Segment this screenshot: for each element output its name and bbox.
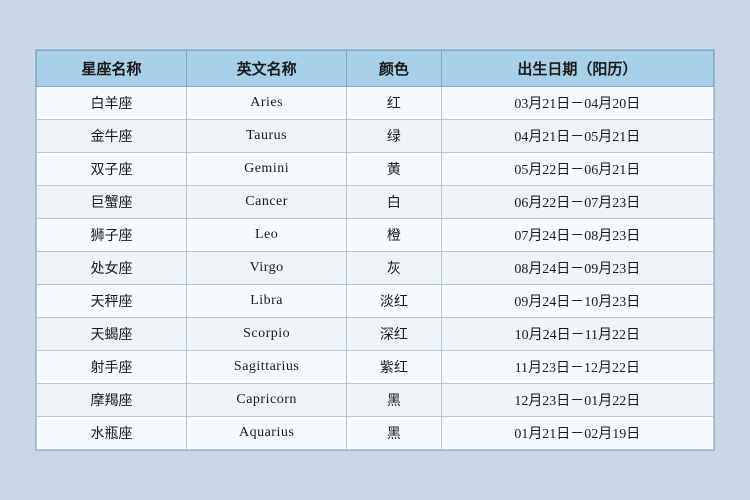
cell-chinese-name: 处女座: [37, 252, 187, 285]
cell-birth-dates: 05月22日－06月21日: [441, 153, 713, 186]
cell-birth-dates: 06月22日－07月23日: [441, 186, 713, 219]
cell-color: 淡红: [347, 285, 442, 318]
cell-chinese-name: 双子座: [37, 153, 187, 186]
table-row: 天蝎座Scorpio深红10月24日－11月22日: [37, 318, 714, 351]
cell-chinese-name: 天秤座: [37, 285, 187, 318]
cell-color: 白: [347, 186, 442, 219]
cell-chinese-name: 金牛座: [37, 120, 187, 153]
cell-english-name: Virgo: [187, 252, 347, 285]
cell-english-name: Sagittarius: [187, 351, 347, 384]
table-body: 白羊座Aries红03月21日－04月20日金牛座Taurus绿04月21日－0…: [37, 87, 714, 450]
cell-birth-dates: 12月23日－01月22日: [441, 384, 713, 417]
zodiac-table: 星座名称 英文名称 颜色 出生日期（阳历） 白羊座Aries红03月21日－04…: [36, 50, 714, 450]
cell-chinese-name: 天蝎座: [37, 318, 187, 351]
cell-birth-dates: 03月21日－04月20日: [441, 87, 713, 120]
cell-english-name: Aquarius: [187, 417, 347, 450]
cell-chinese-name: 摩羯座: [37, 384, 187, 417]
header-english-name: 英文名称: [187, 51, 347, 87]
cell-color: 黄: [347, 153, 442, 186]
cell-english-name: Libra: [187, 285, 347, 318]
cell-color: 黑: [347, 384, 442, 417]
cell-birth-dates: 10月24日－11月22日: [441, 318, 713, 351]
cell-color: 橙: [347, 219, 442, 252]
cell-color: 黑: [347, 417, 442, 450]
table-row: 双子座Gemini黄05月22日－06月21日: [37, 153, 714, 186]
cell-chinese-name: 狮子座: [37, 219, 187, 252]
cell-english-name: Leo: [187, 219, 347, 252]
header-chinese-name: 星座名称: [37, 51, 187, 87]
cell-chinese-name: 白羊座: [37, 87, 187, 120]
cell-birth-dates: 04月21日－05月21日: [441, 120, 713, 153]
table-row: 巨蟹座Cancer白06月22日－07月23日: [37, 186, 714, 219]
table-row: 处女座Virgo灰08月24日－09月23日: [37, 252, 714, 285]
table-row: 水瓶座Aquarius黑01月21日－02月19日: [37, 417, 714, 450]
header-birth-date: 出生日期（阳历）: [441, 51, 713, 87]
cell-color: 深红: [347, 318, 442, 351]
cell-color: 灰: [347, 252, 442, 285]
table-row: 摩羯座Capricorn黑12月23日－01月22日: [37, 384, 714, 417]
zodiac-table-container: 星座名称 英文名称 颜色 出生日期（阳历） 白羊座Aries红03月21日－04…: [35, 49, 715, 451]
cell-birth-dates: 01月21日－02月19日: [441, 417, 713, 450]
cell-english-name: Scorpio: [187, 318, 347, 351]
cell-chinese-name: 水瓶座: [37, 417, 187, 450]
header-color: 颜色: [347, 51, 442, 87]
cell-birth-dates: 09月24日－10月23日: [441, 285, 713, 318]
cell-color: 绿: [347, 120, 442, 153]
table-row: 金牛座Taurus绿04月21日－05月21日: [37, 120, 714, 153]
table-row: 天秤座Libra淡红09月24日－10月23日: [37, 285, 714, 318]
cell-birth-dates: 07月24日－08月23日: [441, 219, 713, 252]
cell-english-name: Gemini: [187, 153, 347, 186]
cell-english-name: Aries: [187, 87, 347, 120]
table-row: 白羊座Aries红03月21日－04月20日: [37, 87, 714, 120]
cell-chinese-name: 射手座: [37, 351, 187, 384]
cell-color: 红: [347, 87, 442, 120]
cell-chinese-name: 巨蟹座: [37, 186, 187, 219]
cell-birth-dates: 08月24日－09月23日: [441, 252, 713, 285]
cell-color: 紫红: [347, 351, 442, 384]
table-row: 射手座Sagittarius紫红11月23日－12月22日: [37, 351, 714, 384]
cell-birth-dates: 11月23日－12月22日: [441, 351, 713, 384]
cell-english-name: Taurus: [187, 120, 347, 153]
cell-english-name: Cancer: [187, 186, 347, 219]
cell-english-name: Capricorn: [187, 384, 347, 417]
table-header-row: 星座名称 英文名称 颜色 出生日期（阳历）: [37, 51, 714, 87]
table-row: 狮子座Leo橙07月24日－08月23日: [37, 219, 714, 252]
